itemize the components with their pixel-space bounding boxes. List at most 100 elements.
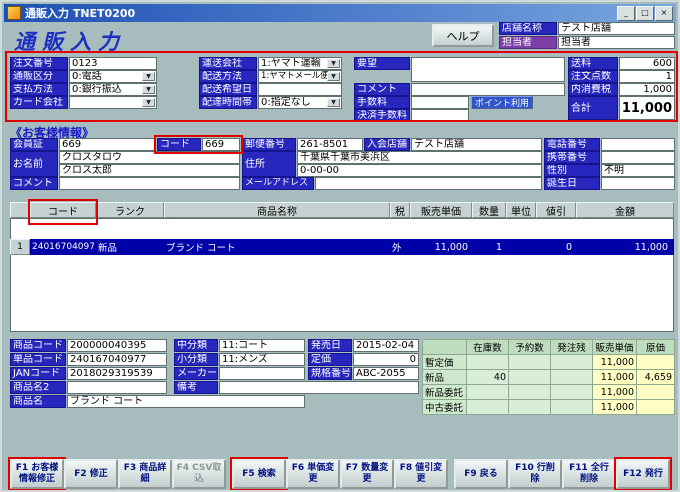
- stock-cell: [509, 385, 551, 400]
- small-class-field: 11:メンズ: [219, 353, 305, 366]
- stock-cell: [551, 370, 593, 385]
- f2-edit-button[interactable]: F2 修正: [64, 459, 118, 489]
- chevron-down-icon[interactable]: ▼: [142, 72, 155, 81]
- chevron-down-icon[interactable]: ▼: [142, 98, 155, 107]
- phone-field[interactable]: [601, 138, 675, 151]
- stock-cell: 11,000: [593, 355, 637, 370]
- title-bar: 通販入力 TNET0200 _ □ ×: [4, 4, 676, 22]
- member-field[interactable]: 669: [59, 138, 155, 151]
- memo-field: [219, 381, 419, 394]
- customer-code-field[interactable]: 669: [202, 138, 240, 151]
- f6-price-change-button[interactable]: F6 単価変更: [286, 459, 340, 489]
- stock-cell: 11,000: [593, 400, 637, 415]
- carrier-select[interactable]: 1:ヤマト運輸 ▼: [258, 57, 342, 70]
- minimize-icon[interactable]: _: [617, 6, 635, 21]
- customer-comment-label: コメント: [10, 177, 58, 190]
- page-title: 通販入力: [14, 26, 126, 56]
- ship-method-value: 1:ヤマトメール便: [261, 71, 329, 82]
- gender-field[interactable]: 不明: [601, 164, 675, 177]
- customer-kana-field[interactable]: クロスタロウ: [59, 151, 240, 164]
- stock-header-stock: 在庫数: [467, 340, 509, 355]
- stock-header-cost: 原価: [637, 340, 675, 355]
- stock-row-label: 暫定価: [423, 355, 467, 370]
- f9-back-button[interactable]: F9 戻る: [454, 459, 508, 489]
- stock-cell: [467, 355, 509, 370]
- join-store-field: テスト店舗: [411, 138, 542, 151]
- product-name2-label: 商品名2: [10, 381, 66, 394]
- release-date-label: 発売日: [308, 339, 352, 352]
- email-field[interactable]: [315, 177, 542, 190]
- ship-time-select[interactable]: 0:指定なし ▼: [258, 96, 342, 109]
- unit-code-label: 単品コード: [10, 353, 66, 366]
- fee-label: 手数料: [354, 96, 410, 109]
- carrier-label: 運送会社: [199, 57, 257, 70]
- tax-label: 内消費税: [568, 83, 618, 96]
- stock-header-blank: [423, 340, 467, 355]
- fee-field[interactable]: [411, 96, 469, 109]
- help-button[interactable]: ヘルプ: [432, 24, 494, 47]
- customer-name-field[interactable]: クロス太郎: [59, 164, 240, 177]
- f1-customer-edit-button[interactable]: F1 お客様情報修正: [10, 459, 64, 489]
- ship-date-field[interactable]: [258, 83, 342, 96]
- jan-code-field: 2018029319539: [67, 367, 167, 380]
- stock-cell: [467, 400, 509, 415]
- sales-type-select[interactable]: 0:電話 ▼: [69, 70, 157, 83]
- f12-issue-button[interactable]: F12 発行: [616, 459, 670, 489]
- list-price-field: 0: [353, 353, 419, 366]
- settlement-fee-field[interactable]: [411, 109, 469, 122]
- app-icon: [7, 6, 21, 20]
- ship-method-select[interactable]: 1:ヤマトメール便 ▼: [258, 70, 342, 83]
- jan-code-label: JANコード: [10, 367, 66, 380]
- table-row[interactable]: 240167040977 新品 ブランド コート 外 11,000 1 0 11…: [30, 239, 674, 255]
- stock-cell: [551, 355, 593, 370]
- use-points-button[interactable]: ポイント利用: [471, 96, 533, 109]
- product-name2-field: [67, 381, 167, 394]
- f4-csv-import-button: F4 CSV取込: [172, 459, 226, 489]
- comment-field[interactable]: [411, 83, 565, 96]
- staff-field[interactable]: 担当者: [558, 36, 675, 49]
- product-code-field: 200000040395: [67, 339, 167, 352]
- row-tax: 外: [390, 239, 410, 255]
- grid-corner-cell: [10, 202, 30, 218]
- mobile-field[interactable]: [601, 151, 675, 164]
- chevron-down-icon[interactable]: ▼: [327, 59, 340, 68]
- stock-cell: [637, 385, 675, 400]
- f10-delete-row-button[interactable]: F10 行削除: [508, 459, 562, 489]
- address-label: 住所: [242, 151, 296, 177]
- chevron-down-icon[interactable]: ▼: [327, 98, 340, 107]
- sales-type-label: 通販区分: [10, 70, 68, 83]
- chevron-down-icon[interactable]: ▼: [142, 85, 155, 94]
- spec-no-label: 規格番号: [308, 367, 352, 380]
- maximize-icon[interactable]: □: [636, 6, 654, 21]
- stock-cell: [637, 400, 675, 415]
- spec-no-field: ABC-2055: [353, 367, 419, 380]
- customer-code-label: コード: [157, 138, 201, 151]
- card-company-select[interactable]: ▼: [69, 96, 157, 109]
- birthday-field[interactable]: [601, 177, 675, 190]
- zip-field[interactable]: 261-8501: [297, 138, 363, 151]
- total-field: 11,000: [619, 96, 675, 120]
- total-label: 合計: [568, 96, 618, 120]
- card-company-label: カード会社: [10, 96, 68, 109]
- item-grid-body[interactable]: [10, 218, 674, 332]
- close-icon[interactable]: ×: [655, 6, 673, 21]
- customer-comment-field[interactable]: [59, 177, 240, 190]
- birthday-label: 誕生日: [544, 177, 600, 190]
- payment-select[interactable]: 0:銀行振込 ▼: [69, 83, 157, 96]
- f8-discount-change-button[interactable]: F8 値引変更: [394, 459, 448, 489]
- stock-cell: [467, 385, 509, 400]
- payment-label: 支払方法: [10, 83, 68, 96]
- f11-delete-all-button[interactable]: F11 全行削除: [562, 459, 616, 489]
- address-line1-field[interactable]: 千葉県千葉市美浜区: [297, 151, 542, 164]
- stock-cell: 11,000: [593, 370, 637, 385]
- chevron-down-icon[interactable]: ▼: [327, 72, 340, 81]
- f3-product-detail-button[interactable]: F3 商品詳細: [118, 459, 172, 489]
- order-no-field[interactable]: 0123: [69, 57, 157, 70]
- f7-qty-change-button[interactable]: F7 数量変更: [340, 459, 394, 489]
- address-line2-field[interactable]: 0-00-00: [297, 164, 542, 177]
- f5-search-button[interactable]: F5 検索: [232, 459, 286, 489]
- maker-field: [219, 367, 305, 380]
- request-field[interactable]: [411, 57, 565, 82]
- stock-cell: 40: [467, 370, 509, 385]
- request-label: 要望: [354, 57, 410, 70]
